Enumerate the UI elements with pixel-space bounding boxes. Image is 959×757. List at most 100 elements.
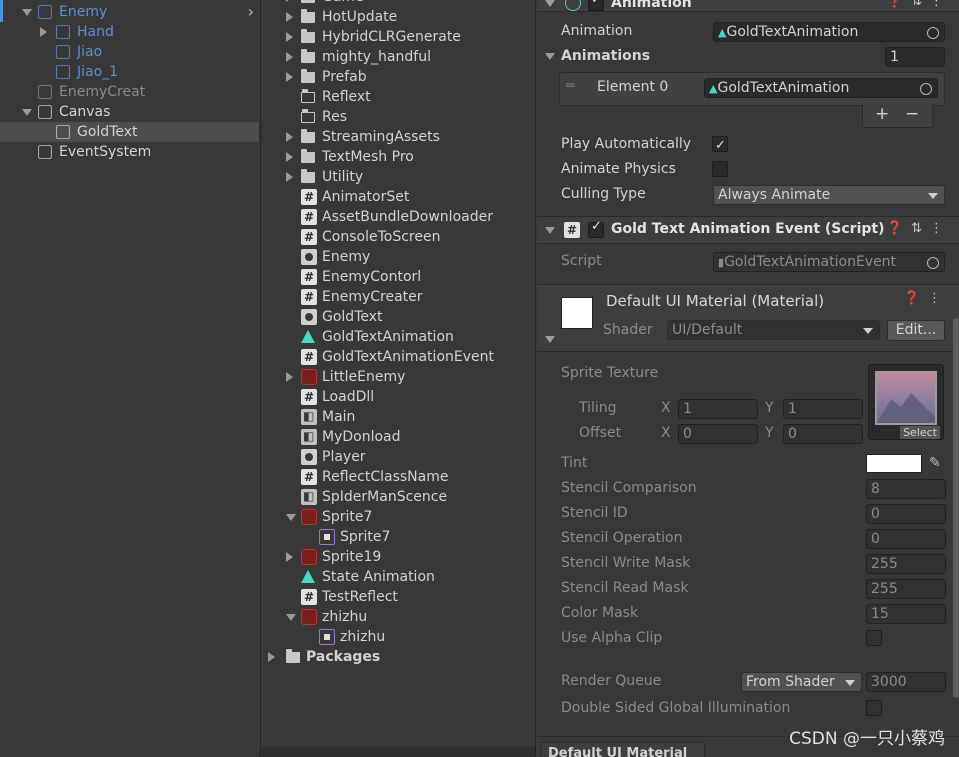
- project-item[interactable]: Prefab: [262, 67, 534, 87]
- animation-component-header[interactable]: Animation ❓⇅⋮: [537, 0, 959, 12]
- chevron-right-icon[interactable]: [286, 552, 293, 562]
- chevron-down-icon[interactable]: [545, 336, 555, 343]
- render-queue-mode-dropdown[interactable]: From Shader: [741, 672, 862, 692]
- inspector-scrollbar[interactable]: [953, 318, 959, 698]
- bottom-preview-tab[interactable]: Default UI Material: [541, 742, 705, 757]
- chevron-down-icon[interactable]: [286, 614, 296, 621]
- drag-handle-icon[interactable]: ═: [566, 78, 574, 94]
- tiling-y-input[interactable]: 1: [783, 399, 863, 419]
- project-item[interactable]: # EnemyContorl: [262, 267, 534, 287]
- material-property-input[interactable]: 0: [866, 529, 946, 549]
- chevron-right-icon[interactable]: [40, 27, 47, 37]
- animations-array-row[interactable]: Animations 1: [537, 44, 959, 69]
- play-automatically-checkbox[interactable]: [712, 133, 728, 158]
- offset-y-input[interactable]: 0: [783, 424, 863, 444]
- project-item[interactable]: # EnemyCreater: [262, 287, 534, 307]
- remove-element-button[interactable]: −: [905, 104, 919, 124]
- chevron-right-icon[interactable]: [286, 372, 293, 382]
- project-item[interactable]: SpIderManScence: [262, 486, 534, 507]
- tiling-x-input[interactable]: 1: [678, 399, 758, 419]
- project-item[interactable]: zhizhu: [262, 607, 534, 627]
- hierarchy-item[interactable]: Jiao_1: [0, 62, 259, 82]
- horizontal-scrollbar[interactable]: [262, 747, 535, 757]
- chevron-right-icon[interactable]: [286, 52, 293, 62]
- hierarchy-item[interactable]: Jiao: [0, 42, 259, 62]
- edit-shader-button[interactable]: Edit...: [887, 320, 945, 341]
- project-item[interactable]: # AnimatorSet: [262, 187, 534, 207]
- project-item[interactable]: # GoldTextAnimationEvent: [262, 347, 534, 367]
- project-item[interactable]: Sprite7: [262, 527, 534, 547]
- chevron-right-icon[interactable]: [286, 12, 293, 22]
- chevron-right-icon[interactable]: [286, 172, 293, 182]
- hierarchy-item[interactable]: EventSystem: [0, 142, 259, 162]
- project-item[interactable]: Reflext: [262, 87, 534, 107]
- culling-type-dropdown[interactable]: Always Animate: [713, 185, 945, 205]
- project-item[interactable]: # TestReflect: [262, 587, 534, 607]
- animation-object-field[interactable]: ▲GoldTextAnimation: [713, 22, 945, 42]
- script-component-header[interactable]: # Gold Text Animation Event (Script) ❓⇅⋮: [537, 216, 959, 244]
- project-item[interactable]: Sprite19: [262, 547, 534, 567]
- project-item[interactable]: HybridCLRGenerate: [262, 27, 534, 47]
- add-element-button[interactable]: +: [875, 104, 889, 124]
- component-header-icons[interactable]: ❓⇅⋮: [887, 221, 951, 236]
- project-item[interactable]: # ConsoleToScreen: [262, 227, 534, 247]
- hierarchy-item[interactable]: Canvas: [0, 102, 259, 122]
- project-item[interactable]: GoldTextAnimation: [262, 327, 534, 347]
- project-item[interactable]: Main: [262, 406, 534, 427]
- animations-count-input[interactable]: 1: [885, 47, 945, 67]
- project-item[interactable]: State Animation: [262, 567, 534, 587]
- script-enabled-checkbox[interactable]: [588, 219, 604, 238]
- chevron-right-icon[interactable]: [286, 132, 293, 142]
- alpha-clip-checkbox[interactable]: [866, 630, 882, 646]
- chevron-right-icon[interactable]: [268, 652, 275, 662]
- chevron-down-icon[interactable]: [545, 53, 555, 60]
- offset-x-input[interactable]: 0: [678, 424, 758, 444]
- project-item[interactable]: TextMesh Pro: [262, 147, 534, 167]
- animate-physics-checkbox[interactable]: [712, 161, 728, 177]
- project-item[interactable]: Game: [262, 0, 534, 7]
- element-0-object-field[interactable]: ▲GoldTextAnimation: [704, 78, 938, 98]
- project-item[interactable]: GoldText: [262, 307, 534, 327]
- shader-dropdown[interactable]: UI/Default: [667, 320, 880, 340]
- project-item[interactable]: mighty_handful: [262, 47, 534, 67]
- chevron-right-icon[interactable]: [286, 32, 293, 42]
- eyedropper-icon[interactable]: ✎: [929, 451, 941, 476]
- project-item[interactable]: zhizhu: [262, 627, 534, 647]
- hierarchy-item[interactable]: EnemyCreat: [0, 82, 259, 102]
- tint-color-swatch[interactable]: [866, 454, 922, 473]
- chevron-down-icon[interactable]: [286, 514, 296, 521]
- project-item[interactable]: Res: [262, 107, 534, 127]
- component-header-icons[interactable]: ❓⇅⋮: [887, 0, 951, 9]
- material-property-input[interactable]: 15: [866, 604, 946, 624]
- project-item[interactable]: # LoadDll: [262, 387, 534, 407]
- material-property-input[interactable]: 0: [866, 504, 946, 524]
- project-item[interactable]: MyDonload: [262, 426, 534, 447]
- project-item[interactable]: Enemy: [262, 247, 534, 267]
- project-item[interactable]: Player: [262, 447, 534, 467]
- animation-enabled-checkbox[interactable]: [588, 0, 604, 11]
- project-item[interactable]: LittleEnemy: [262, 367, 534, 387]
- material-property-input[interactable]: 255: [866, 554, 946, 574]
- chevron-down-icon[interactable]: [545, 227, 555, 234]
- hierarchy-item[interactable]: Enemy: [0, 2, 259, 22]
- material-property-input[interactable]: 8: [866, 479, 946, 499]
- render-queue-input[interactable]: 3000: [866, 672, 946, 692]
- hierarchy-item-label: Jiao_1: [77, 64, 119, 80]
- hierarchy-item[interactable]: Hand: [0, 22, 259, 42]
- chevron-down-icon[interactable]: [22, 9, 32, 16]
- project-item[interactable]: HotUpdate: [262, 7, 534, 27]
- material-property-input[interactable]: 255: [866, 579, 946, 599]
- double-sided-checkbox[interactable]: [866, 700, 882, 716]
- chevron-down-icon[interactable]: [22, 109, 32, 116]
- material-header-icons[interactable]: ❓⋮: [904, 291, 949, 306]
- chevron-right-icon[interactable]: [286, 152, 293, 162]
- project-item[interactable]: Sprite7: [262, 507, 534, 527]
- project-item[interactable]: # ReflectClassName: [262, 467, 534, 487]
- hierarchy-item[interactable]: GoldText: [0, 122, 259, 142]
- chevron-right-icon[interactable]: [286, 0, 293, 2]
- project-item[interactable]: # AssetBundleDownloader: [262, 207, 534, 227]
- project-item[interactable]: StreamingAssets: [262, 127, 534, 147]
- chevron-right-icon[interactable]: [286, 72, 293, 82]
- chevron-down-icon[interactable]: [545, 0, 555, 7]
- project-item[interactable]: Utility: [262, 167, 534, 187]
